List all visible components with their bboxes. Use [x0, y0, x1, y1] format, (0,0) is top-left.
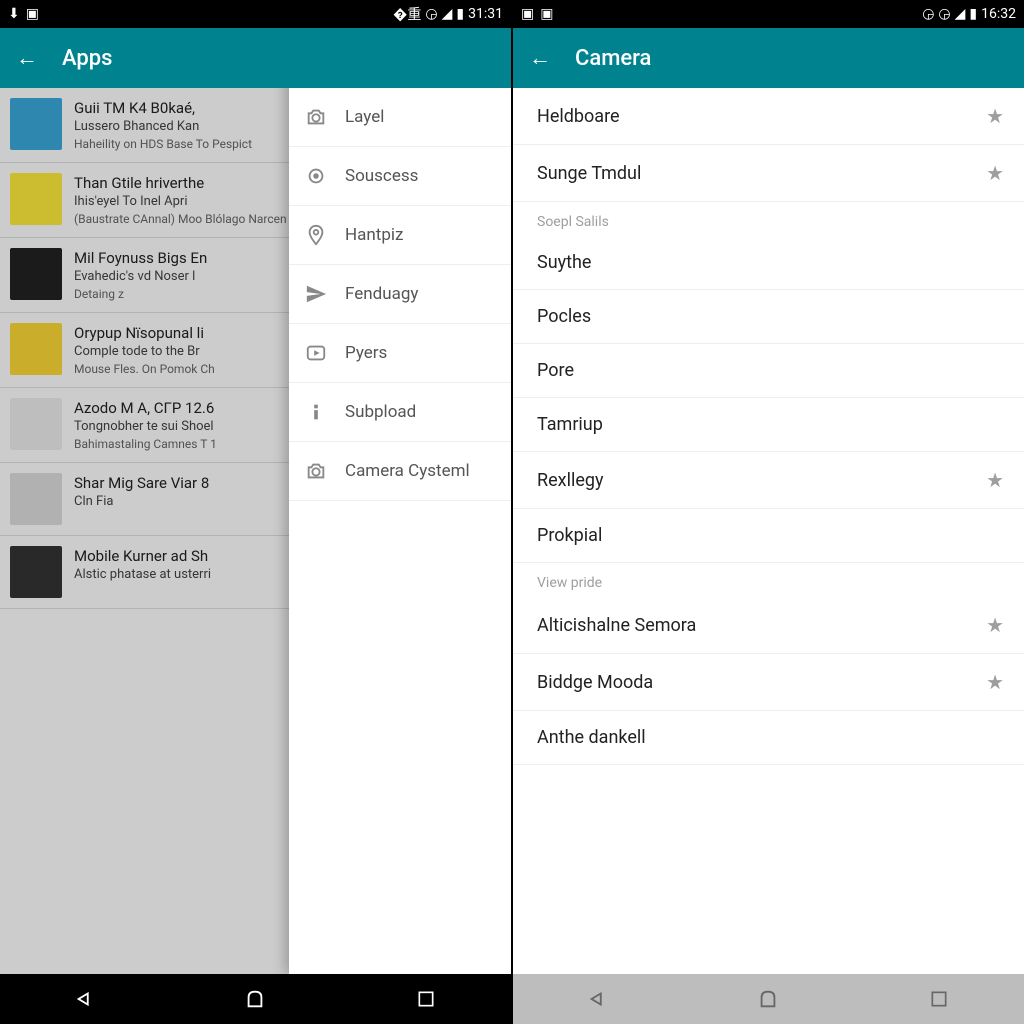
content-left: Guii TM K4 B0kaé, Lussero Bhanced Kan Ha…: [0, 88, 511, 974]
star-icon[interactable]: ★: [986, 670, 1004, 694]
list-item-label: Suythe: [537, 252, 591, 273]
drawer-item-label: Hantpiz: [345, 225, 403, 245]
star-icon[interactable]: ★: [986, 468, 1004, 492]
phone-right: ▣ ▣ ◶ ◶ ◢ ▮ 16:32 ← Camera Heldboare★Sun…: [513, 0, 1024, 1024]
list-item[interactable]: Sunge Tmdul ★: [513, 145, 1024, 202]
wifi-icon-2: ◶: [425, 6, 437, 22]
camera-icon: [305, 460, 327, 482]
list-item-label: Rexllegy: [537, 470, 604, 491]
list-item[interactable]: Tamriup: [513, 398, 1024, 452]
signal-icon: ◢: [442, 6, 453, 22]
drawer-item-label: Subpload: [345, 402, 416, 422]
drawer-item-label: Layel: [345, 107, 384, 127]
nav-home-button[interactable]: [240, 984, 270, 1014]
list-item[interactable]: Alticishalne Semora ★: [513, 597, 1024, 654]
app-thumbnail: [10, 98, 62, 150]
list-item[interactable]: Suythe: [513, 236, 1024, 290]
list-item-label: Alticishalne Semora: [537, 615, 696, 636]
list-item-label: Biddge Mooda: [537, 672, 653, 693]
nav-bar: [513, 974, 1024, 1024]
drawer-item-fenduagy[interactable]: Fenduagy: [289, 265, 511, 324]
nav-back-button[interactable]: [583, 984, 613, 1014]
drawer-item-label: Pyers: [345, 343, 387, 363]
drawer-item-souscess[interactable]: Souscess: [289, 147, 511, 206]
play-icon: [305, 342, 327, 364]
nav-recent-button[interactable]: [411, 984, 441, 1014]
drawer-item-label: Camera Cysteml: [345, 461, 470, 481]
image-icon: ▣: [521, 6, 534, 22]
signal-icon: ◢: [955, 6, 966, 22]
list-item-label: Prokpial: [537, 525, 602, 546]
phone-left: ⬇ ▣ �重 ◶ ◢ ▮ 31:31 ← Apps Guii TM K4 B0k…: [0, 0, 513, 1024]
drawer-item-pyers[interactable]: Pyers: [289, 324, 511, 383]
app-bar-left: ← Apps: [0, 28, 511, 88]
download-icon: ⬇: [8, 6, 20, 22]
drawer-item-subpload[interactable]: Subpload: [289, 383, 511, 442]
pin-icon: [305, 224, 327, 246]
settings-list: Heldboare ★ Sunge Tmdul ★ Soepl Salils Suyt…: [513, 88, 1024, 974]
status-bar: ⬇ ▣ �重 ◶ ◢ ▮ 31:31: [0, 0, 511, 28]
info-icon: [305, 401, 327, 423]
clock-text: 16:32: [981, 6, 1016, 22]
list-item[interactable]: Heldboare ★: [513, 88, 1024, 145]
drawer-item-label: Souscess: [345, 166, 418, 186]
list-item[interactable]: Pocles: [513, 290, 1024, 344]
battery-icon: ▮: [456, 6, 464, 22]
list-item-label: Tamriup: [537, 414, 603, 435]
target-icon: [305, 165, 327, 187]
battery-icon: ▮: [969, 6, 977, 22]
star-icon[interactable]: ★: [986, 613, 1004, 637]
nav-bar: [0, 974, 511, 1024]
list-item-label: Anthe dankell: [537, 727, 646, 748]
status-bar: ▣ ▣ ◶ ◶ ◢ ▮ 16:32: [513, 0, 1024, 28]
drawer-item-camera-cysteml[interactable]: Camera Cysteml: [289, 442, 511, 501]
nav-back-button[interactable]: [70, 984, 100, 1014]
section-header: Soepl Salils: [513, 202, 1024, 236]
content-right: Heldboare ★ Sunge Tmdul ★ Soepl Salils Suyt…: [513, 88, 1024, 974]
app-bar-right: ← Camera: [513, 28, 1024, 88]
drawer-item-label: Fenduagy: [345, 284, 418, 304]
star-icon[interactable]: ★: [986, 161, 1004, 185]
drawer-item-layel[interactable]: Layel: [289, 88, 511, 147]
wifi-icon: ◶: [922, 6, 934, 22]
back-icon[interactable]: ←: [16, 45, 38, 71]
list-item-label: Pore: [537, 360, 574, 381]
image-icon: ▣: [26, 6, 39, 22]
page-title: Camera: [575, 46, 651, 71]
back-icon[interactable]: ←: [529, 45, 551, 71]
app-thumbnail: [10, 473, 62, 525]
list-item-label: Pocles: [537, 306, 591, 327]
drawer-panel: Camera LayelSouscessHantpizFenduagyPyers…: [289, 88, 511, 974]
nav-recent-button[interactable]: [924, 984, 954, 1014]
wifi-icon-2: ◶: [938, 6, 950, 22]
list-item[interactable]: Rexllegy ★: [513, 452, 1024, 509]
star-icon[interactable]: ★: [986, 104, 1004, 128]
wifi-icon: �重: [393, 4, 421, 24]
camera-icon: [305, 106, 327, 128]
list-item[interactable]: Biddge Mooda ★: [513, 654, 1024, 711]
page-title: Apps: [62, 46, 112, 71]
app-thumbnail: [10, 173, 62, 225]
clock-text: 31:31: [468, 6, 503, 22]
drawer-item-hantpiz[interactable]: Hantpiz: [289, 206, 511, 265]
app-thumbnail: [10, 546, 62, 598]
list-item[interactable]: Anthe dankell: [513, 711, 1024, 765]
app-thumbnail: [10, 398, 62, 450]
list-item-label: Sunge Tmdul: [537, 163, 641, 184]
nav-home-button[interactable]: [753, 984, 783, 1014]
list-item[interactable]: Prokpial: [513, 509, 1024, 563]
list-item[interactable]: Pore: [513, 344, 1024, 398]
app-thumbnail: [10, 323, 62, 375]
list-item-label: Heldboare: [537, 106, 620, 127]
app-thumbnail: [10, 248, 62, 300]
section-header: View pride: [513, 563, 1024, 597]
image-icon-2: ▣: [540, 6, 553, 22]
send-icon: [305, 283, 327, 305]
